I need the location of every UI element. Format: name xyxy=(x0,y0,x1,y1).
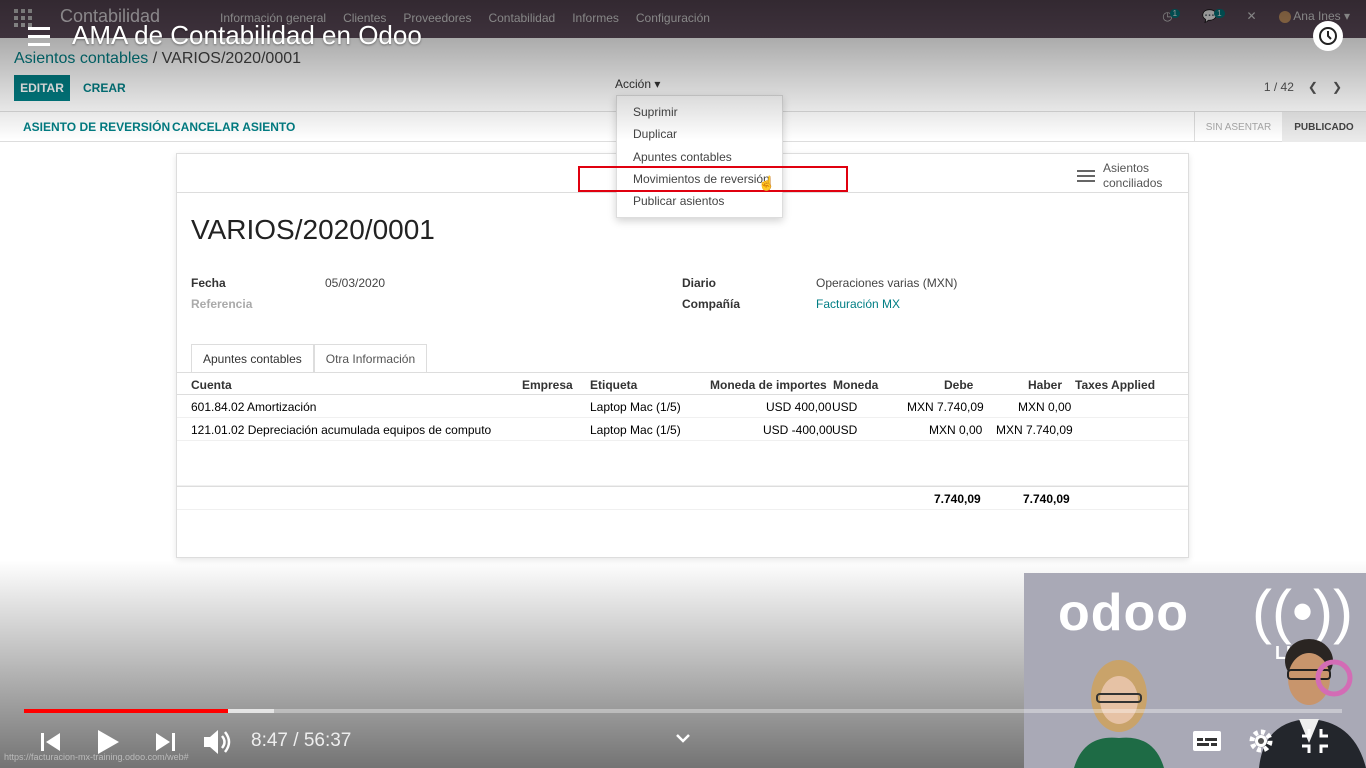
col-moneda-importes[interactable]: Moneda de importes xyxy=(710,378,827,392)
table-row[interactable]: 121.01.02 Depreciación acumulada equipos… xyxy=(177,418,1188,441)
smart-button-label: Asientos conciliados xyxy=(1103,161,1162,191)
col-etiqueta[interactable]: Etiqueta xyxy=(590,378,637,392)
debug-icon[interactable]: ✕ xyxy=(1247,9,1257,23)
menu-informes[interactable]: Informes xyxy=(572,11,619,25)
cell-moneda: USD xyxy=(832,400,858,414)
tab-otra-informacion[interactable]: Otra Información xyxy=(313,344,428,372)
company-label: Compañía xyxy=(682,297,741,311)
pager-value[interactable]: 1 / 42 xyxy=(1264,80,1294,94)
menu-item-apuntes-contables[interactable]: Apuntes contables xyxy=(633,150,732,164)
messages-badge: 1 xyxy=(1214,9,1225,18)
cell-haber: MXN 7.740,09 xyxy=(996,423,1073,437)
pager-next-icon[interactable]: ❯ xyxy=(1332,80,1342,94)
reference-label: Referencia xyxy=(191,297,253,311)
breadcrumb: Asientos contables / VARIOS/2020/0001 xyxy=(14,50,301,68)
edit-button[interactable]: EDITAR xyxy=(14,75,70,101)
tab-apuntes-contables[interactable]: Apuntes contables xyxy=(191,344,314,372)
playlist-menu-icon[interactable] xyxy=(28,27,50,46)
activity-icon[interactable]: ◷1 xyxy=(1162,9,1181,23)
menu-item-publicar-asientos[interactable]: Publicar asientos xyxy=(633,194,724,208)
progress-bar[interactable] xyxy=(24,709,1342,713)
col-taxes[interactable]: Taxes Applied xyxy=(1075,378,1155,392)
pager: 1 / 42 ❮ ❯ xyxy=(1264,80,1342,94)
smart-button-line1: Asientos xyxy=(1103,161,1150,175)
cell-cuenta: 121.01.02 Depreciación acumulada equipos… xyxy=(191,423,492,437)
navbar-systray: ◷1 💬1 ✕ Ana Ines ▾ xyxy=(1162,9,1350,23)
cancel-entry-button[interactable]: CANCELAR ASIENTO xyxy=(172,120,295,134)
duration: 56:37 xyxy=(303,730,352,751)
journal-label: Diario xyxy=(682,276,717,290)
odoo-logo: odoo xyxy=(1058,584,1190,642)
chevron-down-icon[interactable] xyxy=(674,729,692,747)
reversal-entry-button[interactable]: ASIENTO DE REVERSIÓN xyxy=(23,120,170,134)
notebook-tabs: Apuntes contables Otra Información xyxy=(191,344,428,372)
cell-etiqueta: Laptop Mac (1/5) xyxy=(590,400,681,414)
volume-icon[interactable] xyxy=(202,727,234,757)
breadcrumb-parent[interactable]: Asientos contables xyxy=(14,50,148,67)
menu-contabilidad[interactable]: Contabilidad xyxy=(488,11,555,25)
cell-debe: MXN 0,00 xyxy=(929,423,983,437)
action-dropdown-menu: Suprimir Duplicar Apuntes contables Movi… xyxy=(616,95,783,218)
pager-previous-icon[interactable]: ❮ xyxy=(1308,80,1318,94)
col-cuenta[interactable]: Cuenta xyxy=(191,378,232,392)
time-display: 8:47 / 56:37 xyxy=(251,730,352,751)
caret-down-icon: ▾ xyxy=(654,77,661,91)
video-title[interactable]: AMA de Contabilidad en Odoo xyxy=(72,20,422,51)
status-draft[interactable]: SIN ASENTAR xyxy=(1194,112,1282,142)
table-totals: 7.740,09 7.740,09 xyxy=(177,486,1188,510)
col-debe[interactable]: Debe xyxy=(944,378,973,392)
activity-badge: 1 xyxy=(1169,9,1181,18)
avatar xyxy=(1278,10,1291,23)
col-empresa[interactable]: Empresa xyxy=(522,378,573,392)
col-moneda[interactable]: Moneda xyxy=(833,378,878,392)
messages-icon[interactable]: 💬1 xyxy=(1202,9,1225,23)
cell-debe: MXN 7.740,09 xyxy=(907,400,984,414)
apps-grid-icon[interactable] xyxy=(14,9,32,27)
status-posted[interactable]: PUBLICADO xyxy=(1282,112,1366,142)
breadcrumb-current: VARIOS/2020/0001 xyxy=(161,50,302,67)
video-frame[interactable]: Contabilidad Información general Cliente… xyxy=(0,0,1366,768)
col-haber[interactable]: Haber xyxy=(1028,378,1062,392)
table-row[interactable]: 601.84.02 Amortización Laptop Mac (1/5) … xyxy=(177,395,1188,418)
user-menu[interactable]: Ana Ines ▾ xyxy=(1278,9,1350,23)
watch-later-icon[interactable] xyxy=(1313,21,1343,51)
journal-value: Operaciones varias (MXN) xyxy=(816,276,958,290)
table-empty-row xyxy=(177,441,1188,486)
cell-moneda-importes: USD 400,00 xyxy=(766,400,832,414)
played-bar xyxy=(24,709,228,713)
list-icon xyxy=(1077,170,1095,182)
date-value: 05/03/2020 xyxy=(325,276,386,290)
cell-haber: MXN 0,00 xyxy=(1018,400,1072,414)
cell-moneda-importes: USD -400,00 xyxy=(763,423,833,437)
action-dropdown-toggle[interactable]: Acción ▾ xyxy=(615,77,660,91)
menu-item-duplicar[interactable]: Duplicar xyxy=(633,127,677,141)
cell-etiqueta: Laptop Mac (1/5) xyxy=(590,423,681,437)
menu-item-suprimir[interactable]: Suprimir xyxy=(633,105,678,119)
menu-configuracion[interactable]: Configuración xyxy=(636,11,710,25)
total-debe: 7.740,09 xyxy=(934,492,981,506)
player-controls: 8:47 / 56:37 xyxy=(0,722,1366,762)
status-bar-url: https://facturacion-mx-training.odoo.com… xyxy=(4,752,189,762)
breadcrumb-separator: / xyxy=(152,50,158,67)
user-name: Ana Ines xyxy=(1293,9,1341,23)
cell-moneda: USD xyxy=(832,423,858,437)
action-label: Acción xyxy=(615,77,652,91)
current-time: 8:47 xyxy=(251,730,288,751)
record-title: VARIOS/2020/0001 xyxy=(191,214,435,245)
subtitles-icon[interactable] xyxy=(1192,728,1222,754)
exit-fullscreen-icon[interactable] xyxy=(1300,727,1330,755)
total-haber: 7.740,09 xyxy=(1023,492,1070,506)
journal-items-table: Cuenta Empresa Etiqueta Moneda de import… xyxy=(177,372,1188,510)
cell-cuenta: 601.84.02 Amortización xyxy=(191,400,317,414)
create-button[interactable]: CREAR xyxy=(83,81,126,95)
date-label: Fecha xyxy=(191,276,226,290)
highlight-annotation xyxy=(578,166,848,192)
reconciled-entries-smart-button[interactable]: Asientos conciliados xyxy=(1077,161,1162,191)
table-header: Cuenta Empresa Etiqueta Moneda de import… xyxy=(177,372,1188,395)
hand-cursor-icon: ☝ xyxy=(758,175,776,191)
settings-gear-icon[interactable] xyxy=(1247,727,1275,755)
company-link[interactable]: Facturación MX xyxy=(816,297,900,311)
smart-button-line2: conciliados xyxy=(1103,176,1163,190)
